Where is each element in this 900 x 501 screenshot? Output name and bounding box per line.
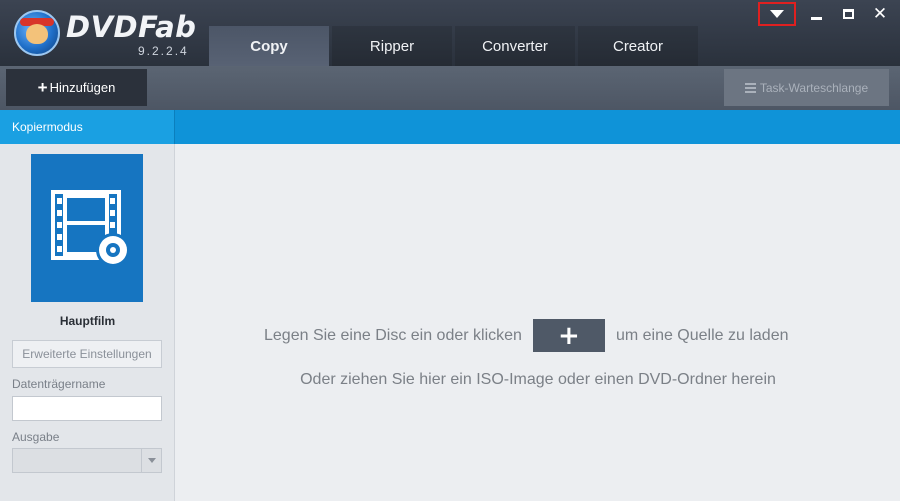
- drop-area[interactable]: Legen Sie eine Disc ein oder klicken + u…: [176, 144, 900, 501]
- instruction-line-1: Legen Sie eine Disc ein oder klicken + u…: [264, 319, 789, 352]
- instruction-line-2: Oder ziehen Sie hier ein ISO-Image oder …: [300, 371, 776, 388]
- add-label: Hinzufügen: [49, 80, 116, 95]
- volume-name-label: Datenträgername: [12, 377, 106, 391]
- film-disc-icon: [51, 190, 130, 267]
- title-bar: DVDFab 9.2.2.4 Copy Ripper Converter Cre…: [0, 0, 900, 66]
- sidebar: Hauptfilm Erweiterte Einstellungen Daten…: [0, 144, 175, 501]
- menu-dropdown-button[interactable]: [758, 2, 796, 26]
- plus-icon: +: [558, 320, 580, 351]
- logo-face: [26, 24, 48, 44]
- advanced-settings-button[interactable]: Erweiterte Einstellungen: [12, 340, 162, 368]
- output-label: Ausgabe: [12, 430, 60, 444]
- main-movie-mode-tile[interactable]: [31, 154, 143, 302]
- main-tabs: Copy Ripper Converter Creator: [209, 26, 701, 66]
- toolbar: + Hinzufügen Task-Warteschlange: [0, 66, 900, 110]
- close-button[interactable]: ✕: [864, 2, 896, 26]
- list-icon: [744, 82, 756, 93]
- app-version: 9.2.2.4: [138, 44, 189, 58]
- add-source-plus-button[interactable]: +: [532, 319, 605, 352]
- volume-name-field[interactable]: [12, 396, 162, 421]
- minimize-icon: [810, 16, 822, 20]
- tab-creator[interactable]: Creator: [578, 26, 698, 66]
- copy-mode-header: Kopiermodus: [0, 110, 175, 144]
- tab-copy[interactable]: Copy: [209, 26, 329, 66]
- maximize-icon: [842, 9, 854, 19]
- instruction-before: Legen Sie eine Disc ein oder klicken: [264, 326, 522, 344]
- app-name: DVDFab: [66, 10, 197, 44]
- maximize-button[interactable]: [832, 2, 864, 26]
- tab-converter[interactable]: Converter: [455, 26, 575, 66]
- plus-icon: +: [37, 77, 48, 97]
- tab-ripper[interactable]: Ripper: [332, 26, 452, 66]
- instruction-after: um eine Quelle zu laden: [615, 326, 789, 344]
- dvdfab-logo-icon: [14, 10, 60, 56]
- close-icon: ✕: [872, 4, 888, 24]
- task-queue-label: Task-Warteschlange: [759, 80, 869, 95]
- add-source-button[interactable]: + Hinzufügen: [6, 69, 147, 106]
- output-select[interactable]: [12, 448, 162, 473]
- task-queue-button[interactable]: Task-Warteschlange: [724, 69, 889, 106]
- minimize-button[interactable]: [800, 2, 832, 26]
- window-controls: ✕: [758, 2, 896, 26]
- mode-label: Hauptfilm: [59, 314, 116, 328]
- mode-header-band: Kopiermodus: [0, 110, 900, 144]
- dropdown-triangle-icon: [770, 10, 784, 18]
- chevron-down-icon[interactable]: [141, 449, 161, 472]
